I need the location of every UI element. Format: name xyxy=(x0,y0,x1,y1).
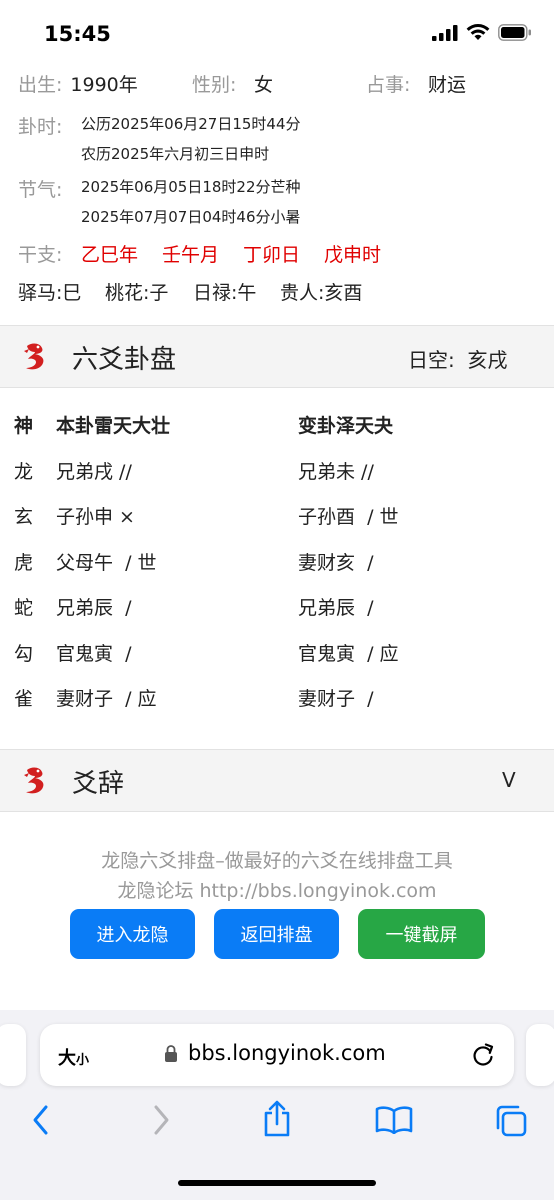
table-row: 蛇 兄弟辰 / 兄弟辰 / xyxy=(14,584,544,630)
row-ben: 兄弟戌 // xyxy=(56,460,132,483)
row-ben: 妻财子 / 应 xyxy=(56,688,157,711)
table-row: 雀 妻财子 / 应 妻财子 / xyxy=(14,675,544,721)
row-bian: 官鬼寅 / 应 xyxy=(298,642,399,665)
gua-table: 神 本卦雷天大壮 变卦泽天夬 龙 兄弟戌 // 兄弟未 // 玄 子孙申 × 子… xyxy=(14,402,544,721)
url-text[interactable]: bbs.longyinok.com xyxy=(188,1041,386,1065)
ganzhi-label: 干支: xyxy=(18,244,63,266)
header-shen: 神 xyxy=(14,415,34,438)
row-shen: 雀 xyxy=(14,688,34,711)
solar-term-row: 节气: 2025年06月05日18时22分芒种 2025年07月07日04时46… xyxy=(18,175,538,232)
table-row: 玄 子孙申 × 子孙酉 / 世 xyxy=(14,493,544,539)
matter-label: 占事: xyxy=(366,74,411,96)
browser-toolbar: 大小 bbs.longyinok.com xyxy=(0,1010,554,1200)
status-bar: 15:45 xyxy=(0,0,554,64)
home-indicator xyxy=(178,1180,376,1186)
expand-toggle[interactable]: V xyxy=(502,768,516,792)
back-arrow-icon[interactable] xyxy=(30,1104,52,1136)
yaoci-section-header[interactable]: 爻辞 V xyxy=(0,749,554,812)
time-label: 卦时: xyxy=(18,116,63,138)
row-ben: 父母午 / 世 xyxy=(56,551,157,574)
divination-time-row: 卦时: 公历2025年06月27日15时44分 农历2025年六月初三日申时 xyxy=(18,112,538,169)
row-bian: 兄弟辰 / xyxy=(298,597,374,620)
solar-time: 公历2025年06月27日15时44分 xyxy=(81,115,301,133)
gua-panel-title: 六爻卦盘 xyxy=(72,345,177,375)
header-bian-gua: 变卦泽天夬 xyxy=(298,415,394,438)
ganzhi-row: 干支: 乙巳年 壬午月 丁卯日 戊申时 xyxy=(18,240,538,274)
gua-table-header: 神 本卦雷天大壮 变卦泽天夬 xyxy=(14,402,544,448)
row-shen: 蛇 xyxy=(14,597,34,620)
basic-info-row: 出生: 1990年 性别: 女 占事: 财运 xyxy=(18,70,538,104)
row-shen: 龙 xyxy=(14,460,34,483)
previous-tab-preview[interactable] xyxy=(0,1024,26,1086)
shensha-guiren: 贵人:亥酉 xyxy=(280,282,363,304)
row-ben: 官鬼寅 / xyxy=(56,642,132,665)
gender-label: 性别: xyxy=(192,74,237,96)
enter-longyin-button[interactable]: 进入龙隐 xyxy=(70,909,195,959)
birth-value: 1990年 xyxy=(70,74,138,96)
reload-icon[interactable] xyxy=(470,1042,496,1068)
text-size-large: 大 xyxy=(58,1048,76,1069)
row-bian: 子孙酉 / 世 xyxy=(298,506,399,529)
screenshot-button[interactable]: 一键截屏 xyxy=(358,909,485,959)
table-row: 龙 兄弟戌 // 兄弟未 // xyxy=(14,448,544,494)
solar-term-1: 2025年06月05日18时22分芒种 xyxy=(81,178,301,196)
status-time: 15:45 xyxy=(44,22,111,46)
row-bian: 兄弟未 // xyxy=(298,460,374,483)
gua-panel-header: 六爻卦盘 日空: 亥戌 xyxy=(0,325,554,388)
back-to-chart-button[interactable]: 返回排盘 xyxy=(214,909,339,959)
solar-term-2: 2025年07月07日04时46分小暑 xyxy=(81,208,301,226)
shensha-rilu: 日禄:午 xyxy=(193,282,257,304)
table-row: 勾 官鬼寅 / 官鬼寅 / 应 xyxy=(14,630,544,676)
day-void: 日空: 亥戌 xyxy=(408,348,508,372)
shensha-taohua: 桃花:子 xyxy=(105,282,169,304)
status-icons xyxy=(432,24,532,41)
text-size-small: 小 xyxy=(76,1053,90,1068)
forward-arrow-icon[interactable] xyxy=(150,1104,172,1136)
next-tab-preview[interactable] xyxy=(526,1024,554,1086)
ganzhi-day: 丁卯日 xyxy=(243,244,301,266)
row-ben: 兄弟辰 / xyxy=(56,597,132,620)
shensha-yima: 驿马:巳 xyxy=(18,282,82,304)
address-bar[interactable]: 大小 bbs.longyinok.com xyxy=(40,1024,514,1086)
wifi-icon xyxy=(466,24,490,40)
tabs-icon[interactable] xyxy=(494,1104,528,1138)
dragon-logo-icon xyxy=(24,343,44,370)
birth-label: 出生: xyxy=(18,74,63,96)
footer-slogan: 龙隐六爻排盘–做最好的六爻在线排盘工具 xyxy=(101,850,453,872)
lunar-time: 农历2025年六月初三日申时 xyxy=(81,145,270,163)
term-label: 节气: xyxy=(18,179,63,201)
table-row: 虎 父母午 / 世 妻财亥 / xyxy=(14,539,544,585)
lock-icon xyxy=(165,1045,177,1062)
row-ben: 子孙申 × xyxy=(56,506,135,529)
matter-value: 财运 xyxy=(428,74,467,96)
signal-icon xyxy=(432,24,458,41)
bookmarks-icon[interactable] xyxy=(375,1106,413,1134)
ganzhi-hour: 戊申时 xyxy=(324,244,382,266)
row-bian: 妻财亥 / xyxy=(298,551,374,574)
row-bian: 妻财子 / xyxy=(298,688,374,711)
ganzhi-month: 壬午月 xyxy=(162,244,220,266)
battery-icon xyxy=(498,24,531,41)
header-ben-gua: 本卦雷天大壮 xyxy=(56,415,171,438)
row-shen: 玄 xyxy=(14,506,34,529)
footer-forum-link: 龙隐论坛 http://bbs.longyinok.com xyxy=(117,880,437,902)
text-size-button[interactable]: 大小 xyxy=(58,1044,89,1070)
gender-value: 女 xyxy=(254,74,274,96)
yaoci-title: 爻辞 xyxy=(72,769,125,799)
shensha-row: 驿马:巳 桃花:子 日禄:午 贵人:亥酉 xyxy=(18,278,538,312)
row-shen: 勾 xyxy=(14,642,34,665)
chart-info: 出生: 1990年 性别: 女 占事: 财运 卦时: 公历2025年06月27日… xyxy=(18,70,538,312)
share-icon[interactable] xyxy=(261,1100,293,1138)
row-shen: 虎 xyxy=(14,551,34,574)
ganzhi-year: 乙巳年 xyxy=(81,244,139,266)
dragon-logo-icon xyxy=(24,767,44,794)
